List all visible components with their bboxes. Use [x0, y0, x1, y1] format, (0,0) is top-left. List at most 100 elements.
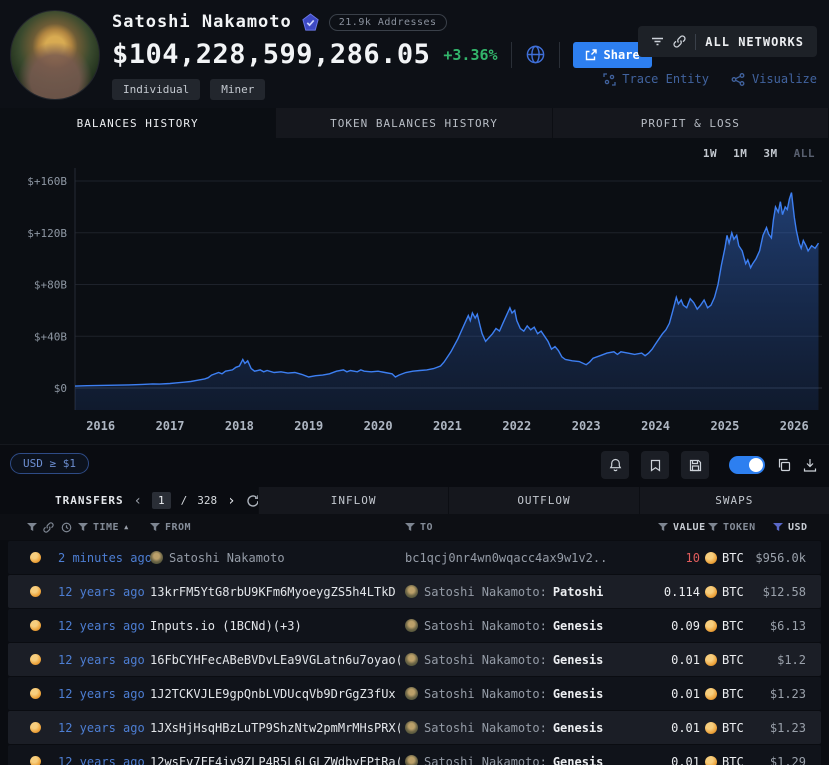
tag-miner[interactable]: Miner	[210, 79, 265, 100]
tx-usd: $1.29	[740, 745, 806, 765]
tx-to[interactable]: Satoshi Nakamoto:Genesis Block Min…	[405, 711, 605, 744]
addresses-count-badge[interactable]: 21.9k Addresses	[329, 14, 447, 31]
balance-change-percent: +3.36%	[443, 46, 497, 64]
column-to[interactable]: TO	[405, 514, 433, 540]
tx-usd: $12.58	[740, 575, 806, 608]
arkham-entity-page: Satoshi Nakamoto 21.9k Addresses $104,22…	[0, 0, 829, 765]
divider	[511, 42, 512, 68]
tx-from[interactable]: 1J2TCKVJLE9gpQnbLVDUcqVb9DrGgZ3fUx	[150, 677, 400, 710]
chart-toggle[interactable]	[729, 456, 765, 474]
usd-filter-chip[interactable]: USD ≥ $1	[10, 453, 89, 474]
tx-from[interactable]: Inputs.io (1BCNd)(+3)	[150, 609, 400, 642]
balance-chart-svg[interactable]: $+160B$+120B$+80B$+40B$0 201620172018201…	[0, 156, 829, 443]
tx-usd: $6.13	[740, 609, 806, 642]
btc-chain-icon	[30, 643, 41, 676]
tab-profit-loss[interactable]: PROFIT & LOSS	[553, 108, 829, 138]
tab-outflow[interactable]: OUTFLOW	[448, 487, 638, 514]
page-current: 1	[152, 492, 171, 509]
tx-from[interactable]: 13krFM5YtG8rbU9KFm6MyoeygZS5h4LTkD	[150, 575, 400, 608]
svg-text:2019: 2019	[294, 419, 323, 433]
tab-swaps[interactable]: SWAPS	[639, 487, 829, 514]
alert-button[interactable]	[601, 451, 629, 479]
tx-usd: $1.23	[740, 677, 806, 710]
tx-from[interactable]: Satoshi Nakamoto	[150, 541, 400, 574]
btc-token-icon	[705, 654, 717, 666]
tx-value: 0.114	[608, 575, 700, 608]
tx-usd: $1.23	[740, 711, 806, 744]
svg-text:2021: 2021	[433, 419, 462, 433]
entity-avatar-small	[405, 755, 418, 765]
tx-value: 0.01	[608, 711, 700, 744]
graph-icon	[731, 73, 746, 86]
btc-token-icon	[705, 586, 717, 598]
table-row[interactable]: 12 years ago Inputs.io (1BCNd)(+3) Satos…	[8, 609, 821, 642]
visualize-button[interactable]: Visualize	[731, 72, 817, 86]
column-from[interactable]: FROM	[150, 514, 191, 540]
svg-text:$+80B: $+80B	[34, 279, 67, 292]
svg-text:2026: 2026	[780, 419, 809, 433]
link-icon[interactable]	[43, 514, 54, 540]
tx-to[interactable]: Satoshi Nakamoto:Genesis Block Min…	[405, 609, 605, 642]
svg-text:2024: 2024	[641, 419, 670, 433]
svg-text:2018: 2018	[225, 419, 254, 433]
sort-asc-icon: ▲	[124, 523, 129, 531]
transfers-header: TRANSFERS ‹ 1 / 328 › INFLOW OUTFLOW SWA…	[0, 487, 829, 514]
copy-icon[interactable]	[777, 458, 791, 472]
table-row[interactable]: 12 years ago 16FbCYHFecABeBVDvLEa9VGLatn…	[8, 643, 821, 676]
table-row[interactable]: 12 years ago 12wsFv7FF4jv9ZLP4R5L6LGLZWd…	[8, 745, 821, 765]
btc-token-icon	[705, 552, 717, 564]
tab-inflow[interactable]: INFLOW	[258, 487, 448, 514]
tx-value: 10	[608, 541, 700, 574]
svg-text:2023: 2023	[572, 419, 601, 433]
clock-icon[interactable]	[61, 514, 72, 540]
filter-icon	[651, 37, 664, 46]
column-usd[interactable]: USD	[773, 514, 808, 540]
page-next-button[interactable]: ›	[227, 494, 235, 508]
share-icon	[585, 49, 597, 61]
tx-to[interactable]: Satoshi Nakamoto:Patoshi Mining Wa…	[405, 575, 605, 608]
flow-tabbar: INFLOW OUTFLOW SWAPS	[258, 487, 829, 514]
btc-chain-icon	[30, 677, 41, 710]
download-icon[interactable]	[803, 458, 817, 472]
tx-from[interactable]: 12wsFv7FF4jv9ZLP4R5L6LGLZWdbyFPtRa(+1)	[150, 745, 400, 765]
tx-from[interactable]: 1JXsHjHsqHBzLuTP9ShzNtw2pmMrMHsPRX(+1)	[150, 711, 400, 744]
entity-header: Satoshi Nakamoto 21.9k Addresses $104,22…	[0, 0, 829, 108]
globe-icon[interactable]	[525, 44, 546, 65]
tx-value: 0.01	[608, 677, 700, 710]
table-row[interactable]: 2 minutes ago Satoshi Nakamoto bc1qcj0nr…	[8, 541, 821, 574]
page-total: 328	[197, 494, 217, 507]
tab-token-balances-history[interactable]: TOKEN BALANCES HISTORY	[276, 108, 552, 138]
column-token[interactable]: TOKEN	[708, 514, 756, 540]
transfers-column-headers: TIME ▲ FROM TO VALUE TOKEN USD	[0, 514, 829, 540]
trace-entity-button[interactable]: Trace Entity	[603, 72, 709, 86]
entity-avatar-small	[150, 551, 163, 564]
all-networks-label: ALL NETWORKS	[705, 35, 804, 49]
svg-text:$+40B: $+40B	[34, 330, 67, 343]
tx-to[interactable]: Satoshi Nakamoto:Genesis Block Min…	[405, 745, 605, 765]
filter-icon[interactable]	[27, 514, 37, 540]
bookmark-button[interactable]	[641, 451, 669, 479]
table-row[interactable]: 12 years ago 1JXsHjHsqHBzLuTP9ShzNtw2pmM…	[8, 711, 821, 744]
tx-from[interactable]: 16FbCYHFecABeBVDvLEa9VGLatn6u7oyao(+1)	[150, 643, 400, 676]
table-row[interactable]: 12 years ago 13krFM5YtG8rbU9KFm6MyoeygZS…	[8, 575, 821, 608]
column-value[interactable]: VALUE	[658, 514, 706, 540]
chart-toolbar: USD ≥ $1	[0, 445, 829, 487]
entity-avatar[interactable]	[10, 10, 100, 100]
btc-chain-icon	[30, 745, 41, 765]
tx-to[interactable]: Satoshi Nakamoto:Genesis Block Min…	[405, 643, 605, 676]
tag-individual[interactable]: Individual	[112, 79, 200, 100]
tx-usd: $956.0k	[740, 541, 806, 574]
table-row[interactable]: 12 years ago 1J2TCKVJLE9gpQnbLVDUcqVb9Dr…	[8, 677, 821, 710]
tab-balances-history[interactable]: BALANCES HISTORY	[0, 108, 276, 138]
svg-text:$+120B: $+120B	[27, 227, 67, 240]
btc-chain-icon	[30, 575, 41, 608]
bell-icon	[609, 458, 622, 472]
save-button[interactable]	[681, 451, 709, 479]
btc-chain-icon	[30, 541, 41, 574]
btc-token-icon	[705, 722, 717, 734]
tx-to[interactable]: Satoshi Nakamoto:Genesis Block Min…	[405, 677, 605, 710]
network-selector[interactable]: ALL NETWORKS	[638, 26, 817, 57]
page-prev-button[interactable]: ‹	[134, 494, 142, 508]
column-time[interactable]: TIME ▲	[78, 514, 129, 540]
tx-to[interactable]: bc1qcj0nr4wn0wqacc4ax9w1v2...	[405, 541, 605, 574]
